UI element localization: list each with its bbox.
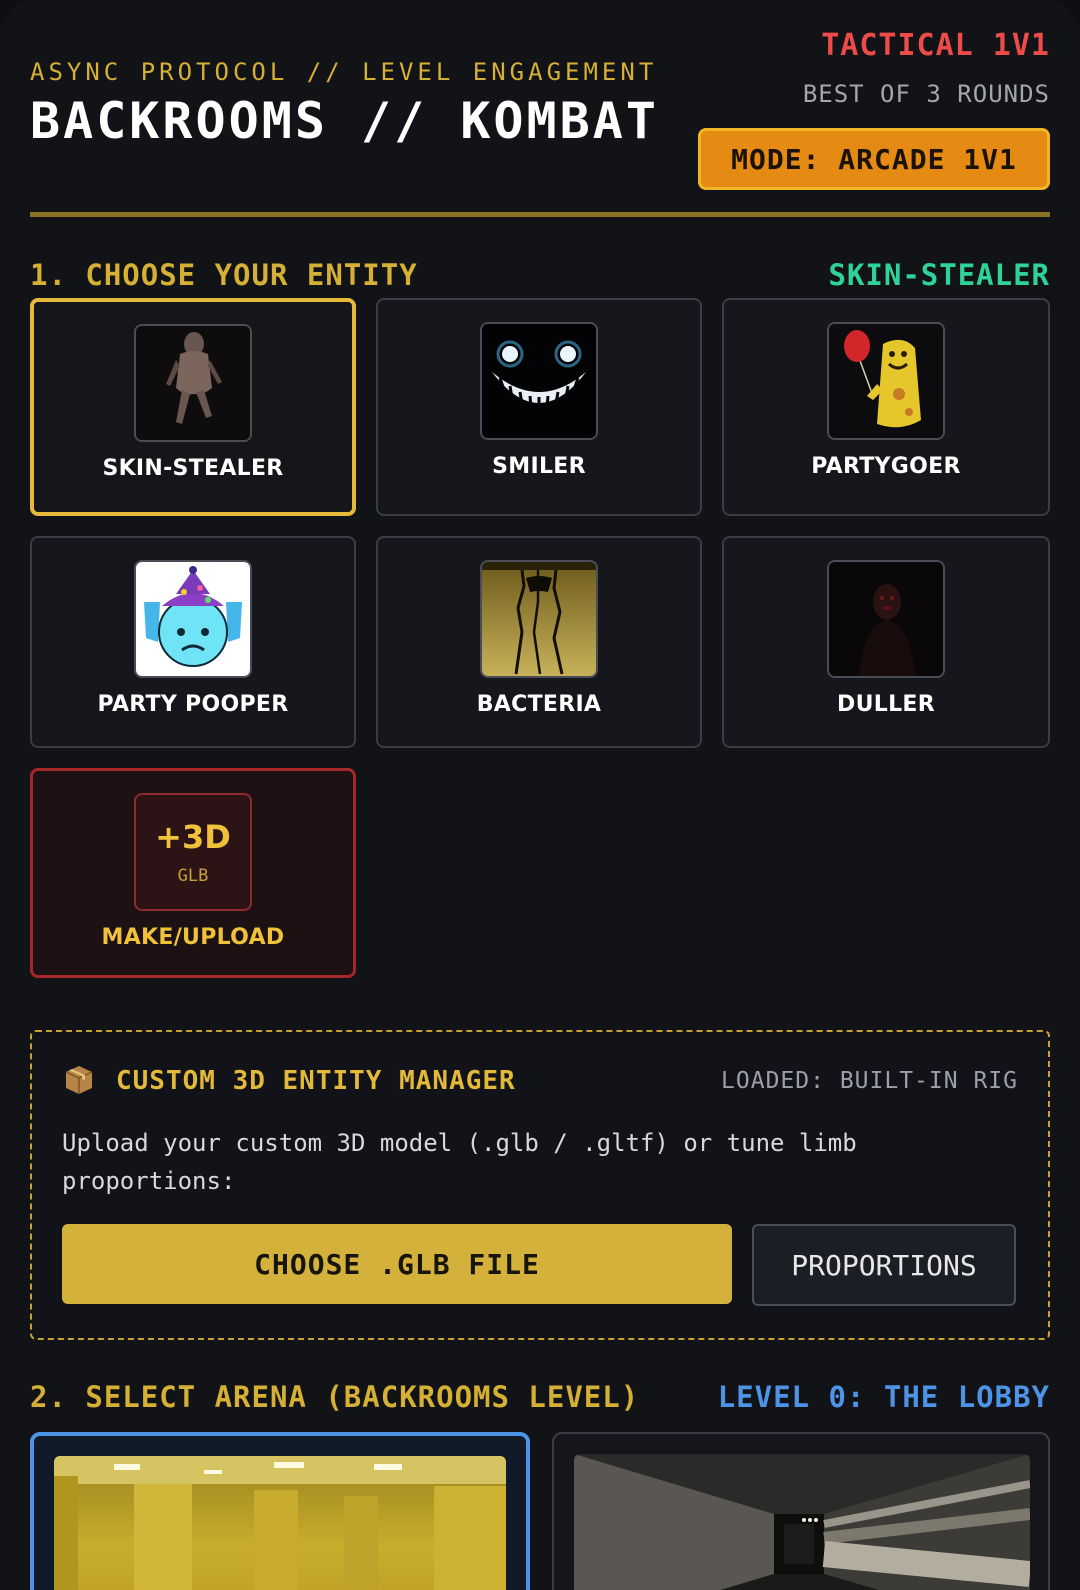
habitable-zone-level-image	[574, 1454, 1030, 1590]
entity-section-title: 1. CHOOSE YOUR ENTITY	[30, 258, 418, 292]
bacteria-portrait-icon	[480, 560, 598, 678]
partygoer-portrait-icon	[827, 322, 945, 440]
manager-title: CUSTOM 3D ENTITY MANAGER	[116, 1066, 516, 1096]
skin-stealer-portrait-icon	[134, 324, 252, 442]
lobby-level-image	[54, 1456, 506, 1590]
duller-portrait-icon	[827, 560, 945, 678]
manager-description: Upload your custom 3D model (.glb / .glt…	[62, 1129, 857, 1195]
entity-card-label: SKIN-STEALER	[102, 456, 284, 481]
manager-loaded-status: LOADED: BUILT-IN RIG	[721, 1068, 1018, 1094]
package-icon	[62, 1062, 96, 1096]
upload-3d-badge-text: +3D	[155, 818, 231, 856]
party-pooper-portrait-icon	[134, 560, 252, 678]
entity-card-label: PARTY POOPER	[97, 692, 289, 717]
upload-3d-badge: +3D GLB	[134, 793, 252, 911]
entity-grid: SKIN-STEALER SMILER PARTYGOER PARTY POOP…	[30, 298, 1050, 988]
selected-arena-label: LEVEL 0: THE LOBBY	[717, 1380, 1050, 1414]
entity-card-smiler[interactable]: SMILER	[376, 298, 702, 516]
smiler-portrait-icon	[480, 322, 598, 440]
header-eyebrow: ASYNC PROTOCOL // LEVEL ENGAGEMENT	[30, 58, 658, 86]
selected-entity-label: SKIN-STEALER	[828, 258, 1050, 292]
entity-card-party-pooper[interactable]: PARTY POOPER	[30, 536, 356, 748]
arena-section-title: 2. SELECT ARENA (BACKROOMS LEVEL)	[30, 1380, 640, 1414]
page-title: BACKROOMS // KOMBAT	[30, 92, 659, 150]
rounds-label: BEST OF 3 ROUNDS	[802, 80, 1050, 108]
mode-button[interactable]: MODE: ARCADE 1V1	[698, 128, 1050, 190]
entity-card-skin-stealer[interactable]: SKIN-STEALER	[30, 298, 356, 516]
entity-card-label: PARTYGOER	[811, 454, 961, 479]
entity-card-label: DULLER	[837, 692, 935, 717]
arena-card-level-0[interactable]	[30, 1432, 530, 1590]
header-divider	[30, 212, 1050, 217]
proportions-button[interactable]: PROPORTIONS	[752, 1224, 1016, 1306]
entity-card-bacteria[interactable]: BACTERIA	[376, 536, 702, 748]
arena-section-header: 2. SELECT ARENA (BACKROOMS LEVEL) LEVEL …	[30, 1380, 1050, 1430]
entity-card-make-upload[interactable]: +3D GLB MAKE/UPLOAD	[30, 768, 356, 978]
entity-card-label: SMILER	[492, 454, 586, 479]
arena-card-level-1[interactable]	[552, 1432, 1050, 1590]
entity-card-label: BACTERIA	[476, 692, 602, 717]
entity-card-partygoer[interactable]: PARTYGOER	[722, 298, 1050, 516]
entity-card-label: MAKE/UPLOAD	[101, 925, 285, 950]
mode-tag: TACTICAL 1V1	[821, 28, 1050, 63]
entity-section-header: 1. CHOOSE YOUR ENTITY SKIN-STEALER	[30, 248, 1050, 298]
choose-glb-file-button[interactable]: CHOOSE .GLB FILE	[62, 1224, 732, 1304]
game-lobby-panel: ASYNC PROTOCOL // LEVEL ENGAGEMENT BACKR…	[0, 0, 1080, 1590]
upload-3d-format: GLB	[177, 866, 209, 886]
header: ASYNC PROTOCOL // LEVEL ENGAGEMENT BACKR…	[30, 0, 1050, 220]
entity-card-duller[interactable]: DULLER	[722, 536, 1050, 748]
custom-entity-manager: CUSTOM 3D ENTITY MANAGER LOADED: BUILT-I…	[30, 1030, 1050, 1340]
